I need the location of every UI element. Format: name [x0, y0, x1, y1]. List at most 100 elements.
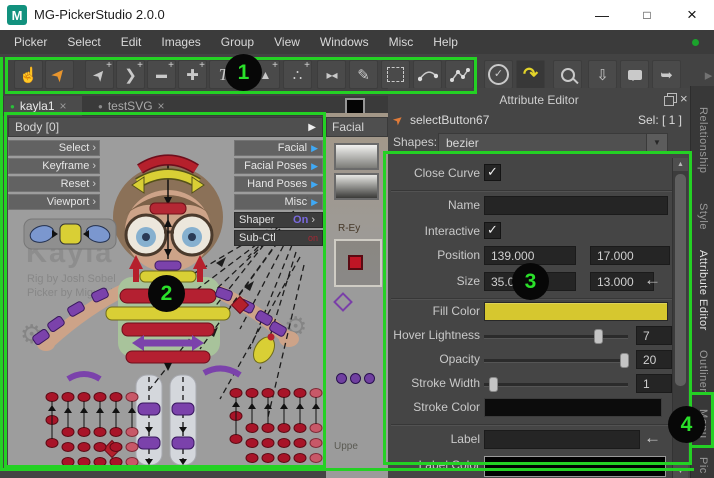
menu-item-picker[interactable]: Picker [4, 30, 57, 54]
name-field[interactable] [484, 196, 668, 215]
viewport-menu-button[interactable]: Viewport› [8, 194, 100, 210]
dots-plus-icon: ∴ [293, 66, 303, 84]
play-arrow-icon: ▶ [311, 143, 318, 154]
export-button[interactable]: ➥ [652, 60, 681, 89]
scrollbar-thumb[interactable] [675, 174, 686, 386]
maximize-button[interactable]: □ [625, 0, 669, 30]
stroke-width-slider[interactable] [484, 383, 628, 387]
window-title: MG-PickerStudio 2.0.0 [34, 7, 165, 22]
menu-item-images[interactable]: Images [151, 30, 210, 54]
left-finger-grid[interactable] [46, 393, 138, 467]
shaper-toggle[interactable]: ShaperOn› [234, 212, 323, 228]
chin-control[interactable] [155, 261, 181, 270]
body-panel-header[interactable]: Body [0] ▶ [8, 117, 323, 137]
separator [391, 424, 675, 426]
right-finger-grid[interactable] [230, 389, 322, 463]
tab-testsvg[interactable]: ● testSVG × [92, 96, 172, 116]
opacity-handle[interactable] [620, 353, 629, 368]
menu-item-help[interactable]: Help [423, 30, 468, 54]
minimize-button[interactable]: — [580, 0, 624, 30]
facial-button[interactable]: Facial▶ [234, 140, 323, 156]
scroll-down-button[interactable]: ▼ [673, 465, 688, 478]
side-tab-style[interactable]: Style [691, 194, 714, 238]
menu-item-windows[interactable]: Windows [310, 30, 379, 54]
stroke-width-value[interactable] [636, 374, 672, 393]
polyline-tool-button[interactable] [445, 60, 474, 89]
side-tab-picker[interactable]: Pic [691, 452, 714, 478]
dropdown-arrow-icon[interactable]: ▼ [646, 133, 668, 152]
menu-item-select[interactable]: Select [57, 30, 110, 54]
fill-color-swatch[interactable] [484, 302, 668, 321]
stroke-width-handle[interactable] [489, 377, 498, 392]
curve-tool-button[interactable] [413, 60, 442, 89]
position-y-field[interactable] [590, 246, 670, 265]
eye-control-button[interactable] [348, 255, 363, 270]
check-circle-icon: ✓ [488, 64, 509, 85]
facial-panel-header[interactable]: Facial [326, 117, 388, 137]
label-field[interactable] [484, 430, 640, 449]
add-move-button[interactable]: ✚+ [178, 60, 207, 89]
eyedropper-button[interactable]: ✎ [349, 60, 378, 89]
menu-item-group[interactable]: Group [211, 30, 264, 54]
size-reset-button[interactable]: ← [644, 270, 661, 290]
opacity-value[interactable] [636, 350, 672, 369]
keyframe-menu-button[interactable]: Keyframe› [8, 158, 100, 174]
tab-close-icon[interactable]: × [158, 99, 165, 113]
panel-close-icon[interactable]: × [680, 91, 688, 106]
validate-button[interactable]: ✓ [484, 60, 513, 89]
scroll-up-button[interactable]: ▲ [673, 158, 688, 171]
menu-item-edit[interactable]: Edit [111, 30, 152, 54]
mg-pickerstudio-window: M MG-PickerStudio 2.0.0 — □ × Picker Sel… [0, 0, 714, 478]
tab-close-icon[interactable]: × [60, 99, 67, 113]
mouth-control-dot[interactable] [350, 373, 361, 384]
select-tool-button[interactable]: ➤ [45, 60, 74, 89]
comment-button[interactable] [620, 60, 649, 89]
facial-poses-button[interactable]: Facial Poses▶ [234, 158, 323, 174]
subctl-toggle[interactable]: Sub-Ctlon [234, 230, 323, 246]
interactive-checkbox[interactable]: ✓ [484, 222, 501, 239]
extra-tool-button[interactable]: ▸ [694, 60, 714, 89]
panel-expand-icon[interactable]: ▶ [308, 122, 316, 133]
annotation-circle-4: 4 [668, 406, 705, 443]
mirror-tool-button[interactable]: ▸◂ [317, 60, 346, 89]
gradient-swatch[interactable] [334, 143, 379, 170]
label-color-swatch[interactable] [484, 456, 666, 477]
marquee-tool-button[interactable] [381, 60, 410, 89]
marquee-icon [387, 67, 404, 82]
hip-control[interactable] [126, 351, 210, 363]
forehead-control[interactable] [150, 203, 186, 214]
reset-menu-button[interactable]: Reset› [8, 176, 100, 192]
hover-lightness-handle[interactable] [594, 329, 603, 344]
add-pill-button[interactable]: ▬+ [147, 60, 176, 89]
side-tab-outliner[interactable]: Outliner [691, 344, 714, 398]
search-button[interactable] [553, 60, 582, 89]
hand-tool-button[interactable]: ☝ [14, 60, 43, 89]
swap-button[interactable]: ↷ [516, 60, 545, 89]
menu-item-misc[interactable]: Misc [379, 30, 424, 54]
side-tab-attribute-editor[interactable]: Attribute Editor [691, 242, 714, 338]
mouth-control-dot[interactable] [364, 373, 375, 384]
select-menu-button[interactable]: Select› [8, 140, 100, 156]
hand-poses-button[interactable]: Hand Poses▶ [234, 176, 323, 192]
menu-item-view[interactable]: View [264, 30, 310, 54]
add-chevron-button[interactable]: ❯+ [116, 60, 145, 89]
stroke-color-swatch[interactable] [484, 398, 662, 417]
gradient-swatch[interactable] [334, 173, 379, 200]
add-dots-button[interactable]: ∴+ [283, 60, 312, 89]
dock-icon[interactable] [664, 96, 674, 106]
close-button[interactable]: × [670, 0, 714, 30]
tab-kayla1[interactable]: ● kayla1 × [4, 96, 82, 116]
side-tab-relationship[interactable]: Relationship [691, 92, 714, 188]
shapes-dropdown[interactable]: bezier [438, 133, 668, 152]
add-select-button[interactable]: ➤+ [85, 60, 114, 89]
eye-controls[interactable] [24, 219, 116, 249]
hover-lightness-slider[interactable] [484, 335, 628, 339]
hover-lightness-value[interactable] [636, 326, 672, 345]
import-button[interactable]: ⇩ [588, 60, 617, 89]
diamond-control[interactable] [333, 292, 353, 312]
close-curve-checkbox[interactable]: ✓ [484, 164, 501, 181]
label-reset-button[interactable]: ← [644, 428, 661, 448]
misc-button[interactable]: Misc▶ [234, 194, 323, 210]
mouth-control-dot[interactable] [336, 373, 347, 384]
opacity-slider[interactable] [484, 359, 628, 363]
